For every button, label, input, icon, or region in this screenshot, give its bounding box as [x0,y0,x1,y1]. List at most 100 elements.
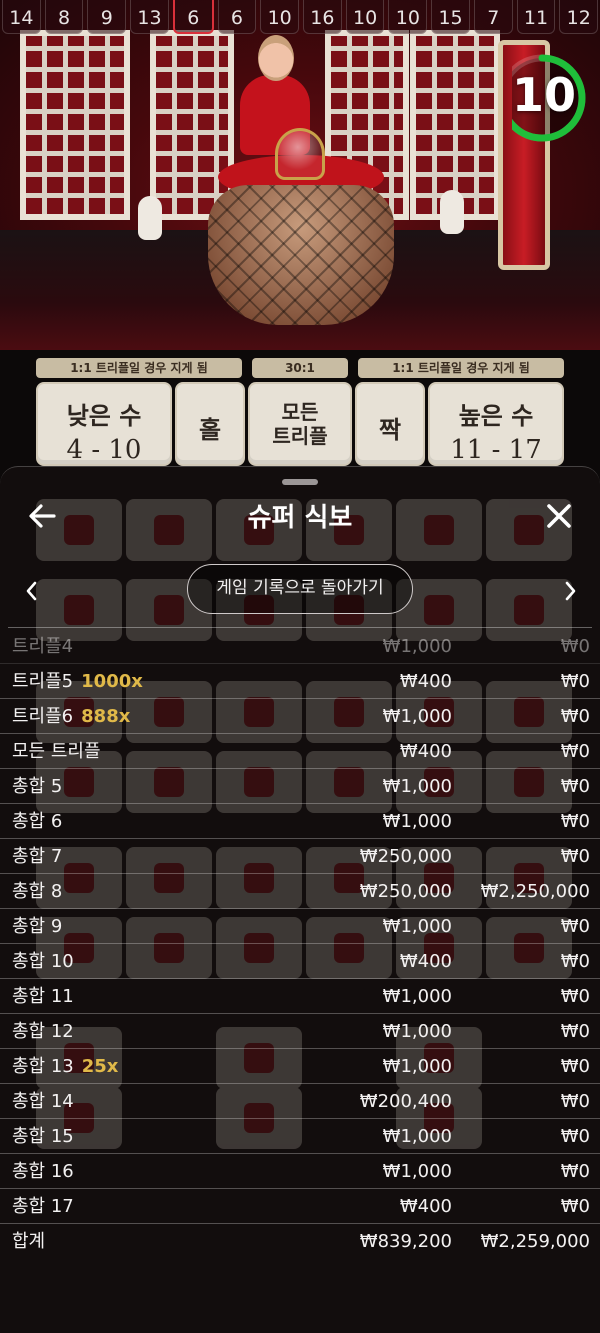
bet-type-name: 총합 16 [12,1161,74,1182]
die-icon [514,595,544,625]
bet-type-name: 총합 9 [12,916,63,937]
bet-type-label: 총합 12 [12,1014,74,1049]
win-amount: ₩0 [560,1021,590,1042]
woven-stand [208,185,394,325]
win-amount: ₩0 [560,1161,590,1182]
bet-big-button[interactable]: 높은 수 11 - 17 [428,382,564,466]
die-icon [154,595,184,625]
divider [8,627,592,628]
bet-amount: ₩1,000 [382,1021,452,1042]
table-row: 총합 8 ₩250,000 ₩2,250,000 [0,874,600,909]
vase-left [138,196,162,240]
result-cell: 6 [172,0,214,34]
result-cell: 6 [217,0,257,34]
bet-type-name: 트리플6 [12,706,74,727]
bet-any-triple-button[interactable]: 모든 트리플 [248,382,352,466]
table-row: 총합 9 ₩1,000 ₩0 [0,909,600,944]
live-video [0,0,600,350]
bet-amount: ₩1,000 [382,1056,452,1077]
table-row: 트리플5 1000x ₩400 ₩0 [0,664,600,699]
bet-big-label: 높은 수 [458,402,534,430]
bet-type-label: 총합 7 [12,839,62,874]
bet-even-label: 짝 [378,416,402,444]
win-amount: ₩0 [560,846,590,867]
previous-round-button[interactable] [20,577,44,605]
lattice-panel-left-inner [150,30,234,220]
multiplier-badge: 888x [81,706,131,727]
vase-right [440,190,464,234]
result-cell: 15 [431,0,470,34]
table-row: 총합 10 ₩400 ₩0 [0,944,600,979]
bet-type-name: 총합 7 [12,846,63,867]
bet-big-range: 11 - 17 [450,435,542,465]
bet-amount: ₩250,000 [359,846,452,867]
table-row: 총합 13 25x ₩1,000 ₩0 [0,1049,600,1084]
payout-small: 1:1 트리플일 경우 지게 됨 [36,358,242,378]
payout-any-triple: 30:1 [252,358,348,378]
bet-amount: ₩1,000 [382,1126,452,1147]
bet-any-triple-label: 모든 트리플 [272,400,328,448]
bet-type-label: 총합 9 [12,909,62,944]
payout-big: 1:1 트리플일 경우 지게 됨 [358,358,564,378]
die-icon [424,595,454,625]
bet-type-name: 총합 17 [12,1196,74,1217]
bet-type-name: 총합 11 [12,986,74,1007]
lattice-panel-left [20,30,130,220]
close-icon [547,504,571,528]
table-row: 트리플4 ₩1,000 ₩0 [0,629,600,664]
win-amount: ₩0 [560,1126,590,1147]
bet-type-name: 트리플5 [12,671,74,692]
bet-type-label: 총합 6 [12,804,62,839]
win-amount: ₩0 [560,636,590,657]
table-row: 총합 15 ₩1,000 ₩0 [0,1119,600,1154]
bet-type-name: 총합 5 [12,776,63,797]
chevron-left-icon [26,581,37,601]
result-cell: 10 [260,0,300,34]
bet-type-label: 총합 14 [12,1084,74,1119]
bet-amount: ₩1,000 [382,706,452,727]
bet-type-name: 모든 트리플 [12,741,101,762]
bet-detail-sheet: 슈퍼 식보 게임 기록으로 돌아가기 트리플4 ₩1,000 ₩0 트리플5 1000x… [0,466,600,1333]
table-row: 모든 트리플 ₩400 ₩0 [0,734,600,769]
result-cell: 13 [130,0,169,34]
multiplier-badge: 1000x [81,671,143,692]
win-amount: ₩0 [560,776,590,797]
bet-type-label: 총합 8 [12,874,62,909]
close-button[interactable] [542,499,576,533]
bet-type-label: 총합 13 25x [12,1049,118,1084]
bet-type-name: 총합 15 [12,1126,74,1147]
bet-odd-button[interactable]: 홀 [175,382,245,466]
bet-type-label: 모든 트리플 [12,734,101,769]
bet-small-button[interactable]: 낮은 수 4 - 10 [36,382,172,466]
bet-amount: ₩400 [399,951,452,972]
win-amount: ₩0 [560,916,590,937]
result-cell: 9 [87,0,127,34]
bet-even-button[interactable]: 짝 [355,382,425,466]
win-amount: ₩0 [560,811,590,832]
back-to-game-history-button[interactable]: 게임 기록으로 돌아가기 [187,564,413,614]
win-amount: ₩0 [560,1056,590,1077]
bet-odd-label: 홀 [198,416,222,444]
bet-type-label: 총합 11 [12,979,74,1014]
die-icon [64,595,94,625]
bet-table: 트리플4 ₩1,000 ₩0 트리플5 1000x ₩400 ₩0 트리플6 888x ₩1,00… [0,629,600,1259]
win-amount: ₩2,250,000 [480,881,590,902]
bet-type-label: 총합 17 [12,1189,74,1224]
total-bet: ₩839,200 [359,1231,452,1252]
bet-amount: ₩1,000 [382,986,452,1007]
chevron-right-icon [565,581,576,601]
bet-amount: ₩1,000 [382,776,452,797]
bet-type-name: 트리플4 [12,636,74,657]
results-history-strip: 14 8 9 13 6 6 10 16 10 10 15 7 11 12 [0,0,600,34]
result-cell: 8 [44,0,84,34]
sheet-drag-handle[interactable] [282,479,318,485]
result-cell: 11 [516,0,556,34]
table-row: 총합 6 ₩1,000 ₩0 [0,804,600,839]
win-amount: ₩0 [560,1091,590,1112]
bet-amount: ₩250,000 [359,881,452,902]
next-round-button[interactable] [558,577,582,605]
table-row: 총합 17 ₩400 ₩0 [0,1189,600,1224]
win-amount: ₩0 [560,671,590,692]
bet-amount: ₩400 [399,671,452,692]
table-row: 총합 7 ₩250,000 ₩0 [0,839,600,874]
